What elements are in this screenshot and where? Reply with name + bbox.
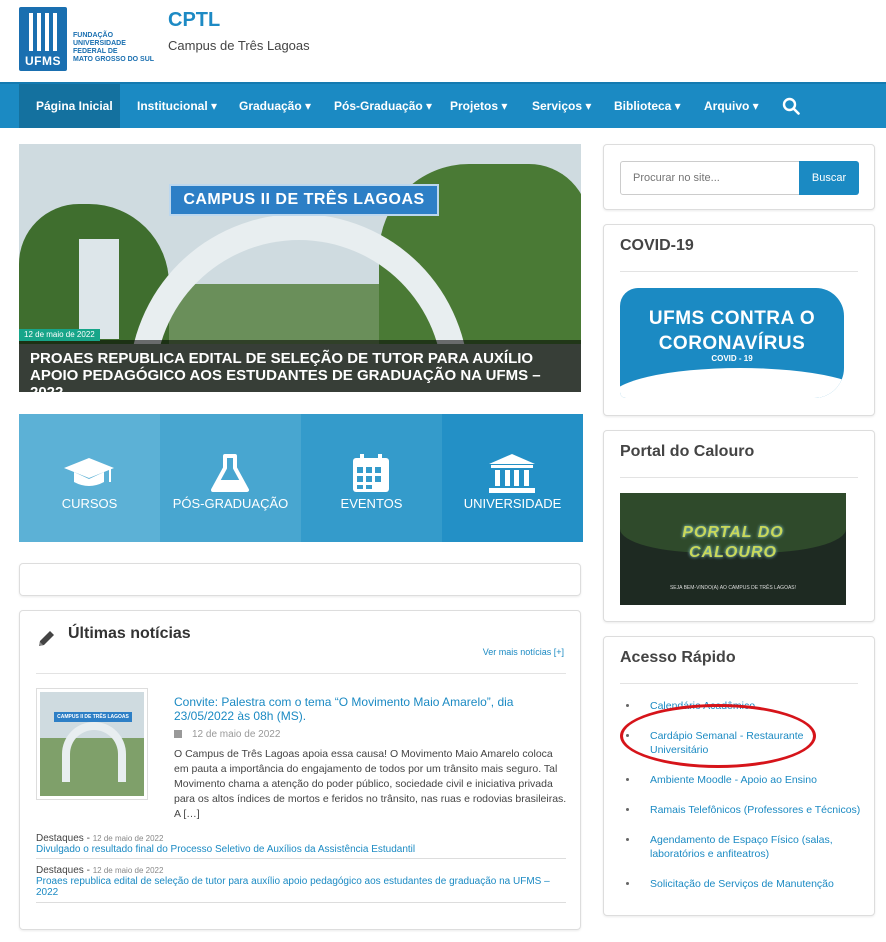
covid-banner[interactable]: UFMS CONTRA O CORONAVÍRUS COVID - 19 [620,288,844,398]
tile-cursos[interactable]: CURSOS [19,414,160,542]
news-heading: Últimas notícias [68,625,191,642]
covid-widget: COVID-19 UFMS CONTRA O CORONAVÍRUS COVID… [603,224,875,416]
tile-pos-graduacao[interactable]: PÓS-GRADUAÇÃO [160,414,301,542]
nav-item-biblioteca[interactable]: Biblioteca ▾ [614,84,681,128]
calouro-title: Portal do Calouro [620,443,755,460]
site-subtitle: Campus de Três Lagoas [168,38,310,53]
main-nav: Página Inicial Institucional ▾ Graduação… [0,82,886,128]
quick-access-widget: Acesso Rápido Calendário Acadêmico Cardá… [603,636,875,916]
calendar-icon [353,454,389,492]
news-item-link[interactable]: Proaes republica edital de seleção de tu… [36,876,566,898]
featured-thumbnail[interactable]: CAMPUS II DE TRÊS LAGOAS [36,688,148,800]
featured-news-title[interactable]: Convite: Palestra com o tema “O Moviment… [174,695,569,723]
covid-title: COVID-19 [620,237,694,254]
news-item-link[interactable]: Divulgado o resultado final do Processo … [36,844,566,855]
nav-item-pagina-inicial[interactable]: Página Inicial [19,84,120,128]
graduation-cap-icon [64,458,114,486]
hero-slider[interactable]: CAMPUS II DE TRÊS LAGOAS 12 de maio de 2… [19,144,581,392]
quick-tiles: CURSOS PÓS-GRADUAÇÃO EVENTOS UNIVERSIDAD… [19,414,583,542]
calouro-widget: Portal do Calouro PORTAL DO CALOURO SEJA… [603,430,875,622]
logo-abbr: UFMS [25,54,61,68]
ufms-logo[interactable]: UFMS [19,7,67,71]
nav-item-projetos[interactable]: Projetos ▾ [450,84,507,128]
site-header: UFMS FUNDAÇÃO UNIVERSIDADE FEDERAL DE MA… [0,0,886,82]
nav-item-graduacao[interactable]: Graduação ▾ [239,84,311,128]
featured-news-excerpt: O Campus de Três Lagoas apoia essa causa… [174,748,567,820]
quick-access-title: Acesso Rápido [620,649,736,666]
quick-link-agendamento[interactable]: Agendamento de Espaço Físico (salas, lab… [624,833,864,861]
pencil-icon [39,631,54,646]
nav-item-arquivo[interactable]: Arquivo ▾ [704,84,759,128]
nav-item-institucional[interactable]: Institucional ▾ [137,84,217,128]
calendar-icon [174,730,182,738]
quick-link-moodle[interactable]: Ambiente Moodle - Apoio ao Ensino [624,773,864,787]
campus-sign: CAMPUS II DE TRÊS LAGOAS [169,184,439,216]
tile-eventos[interactable]: EVENTOS [301,414,442,542]
search-icon[interactable] [782,97,800,115]
calouro-banner[interactable]: PORTAL DO CALOURO SEJA BEM-VINDO(A) AO C… [620,493,846,605]
site-title[interactable]: CPTL [168,9,220,32]
nav-item-pos-graduacao[interactable]: Pós-Graduação ▾ [334,84,432,128]
quick-link-ramais[interactable]: Ramais Telefônicos (Professores e Técnic… [624,803,864,817]
quick-link-manutencao[interactable]: Solicitação de Serviços de Manutenção [624,877,864,891]
sidebar-search-box: Buscar [603,144,875,210]
more-news-link[interactable]: Ver mais notícias [+] [483,647,564,657]
tile-universidade[interactable]: UNIVERSIDADE [442,414,583,542]
news-item: Destaques - 12 de maio de 2022 Divulgado… [36,833,566,855]
hero-date-badge: 12 de maio de 2022 [19,329,100,341]
highlight-oval-annotation [620,704,816,768]
logo-pillars-icon [29,13,57,51]
empty-panel [19,563,581,596]
nav-item-servicos[interactable]: Serviços ▾ [532,84,591,128]
divider [36,673,566,674]
building-icon [489,454,535,493]
logo-text: FUNDAÇÃO UNIVERSIDADE FEDERAL DE MATO GR… [73,32,155,63]
featured-news-date: 12 de maio de 2022 [174,729,280,740]
flask-icon [211,454,249,492]
news-item: Destaques - 12 de maio de 2022 Proaes re… [36,865,566,898]
search-input[interactable] [620,161,800,195]
news-panel: Últimas notícias Ver mais notícias [+] C… [19,610,581,930]
hero-title[interactable]: PROAES REPUBLICA EDITAL DE SELEÇÃO DE TU… [30,350,575,392]
search-button[interactable]: Buscar [799,161,859,195]
